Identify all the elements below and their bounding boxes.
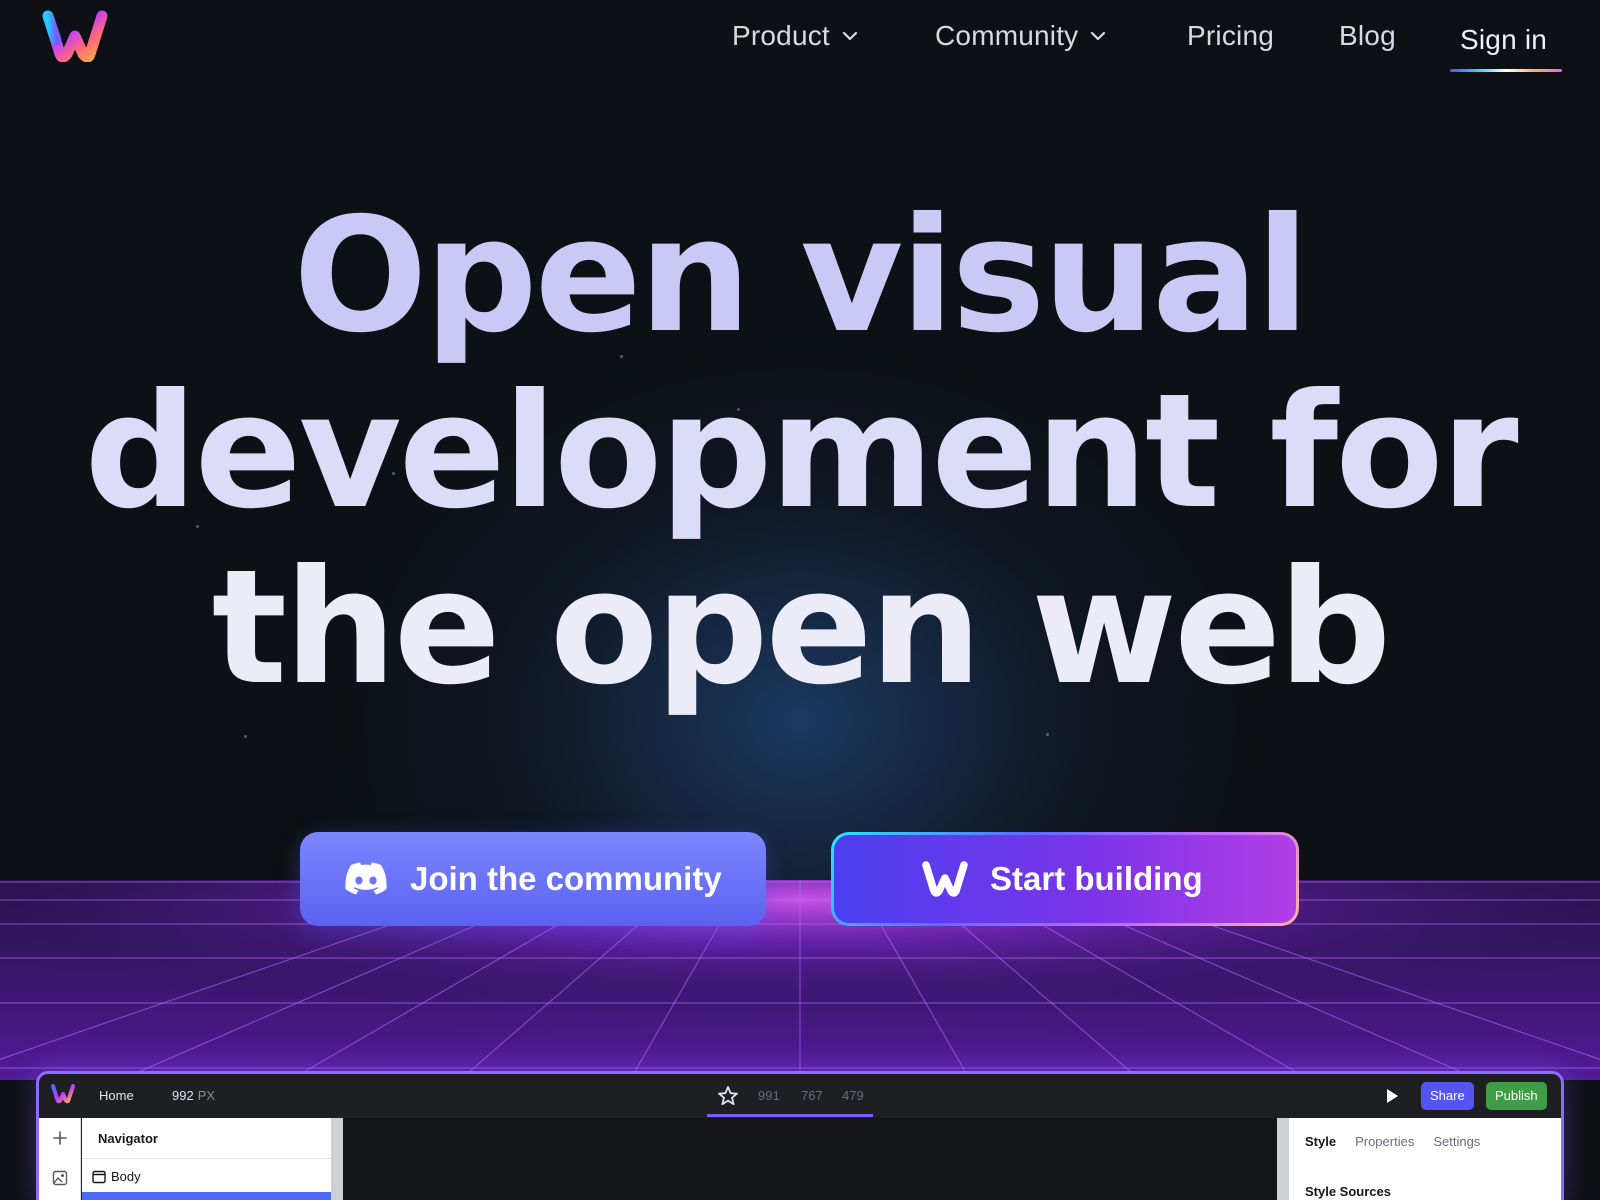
navigator-scrollbar[interactable] [331, 1118, 343, 1200]
canvas-width-unit: PX [197, 1088, 216, 1103]
webstudio-logo-icon[interactable] [42, 10, 108, 62]
sign-in-link[interactable]: Sign in [1460, 18, 1547, 62]
publish-button[interactable]: Publish [1486, 1082, 1547, 1110]
nav-pricing-label: Pricing [1187, 20, 1274, 51]
builder-left-rail [39, 1118, 81, 1200]
tree-item-label: Body [111, 1169, 141, 1184]
breakpoint-1[interactable]: 991 [758, 1088, 780, 1103]
nav-blog[interactable]: Blog [1339, 14, 1396, 58]
nav-product[interactable]: Product [732, 14, 860, 58]
hero-line-3: the open web [211, 536, 1392, 720]
star-dot [1046, 733, 1049, 736]
builder-preview: Home 992 PX 991 767 479 Share Publish Nav… [36, 1071, 1564, 1200]
share-button[interactable]: Share [1421, 1082, 1474, 1110]
start-building-button[interactable]: Start building [831, 832, 1299, 926]
sign-in-label: Sign in [1460, 24, 1548, 55]
nav-community-label: Community [935, 20, 1079, 51]
play-icon[interactable] [1385, 1088, 1399, 1104]
discord-icon [345, 862, 387, 895]
sign-in-underline [1450, 69, 1562, 72]
chevron-down-icon [842, 31, 858, 41]
webstudio-logo-icon[interactable] [51, 1084, 75, 1104]
navigator-panel: Navigator Body [82, 1118, 331, 1200]
nav-product-label: Product [732, 20, 830, 51]
canvas-width-value: 992 [172, 1088, 194, 1103]
canvas-width[interactable]: 992 PX [172, 1088, 215, 1103]
star-icon[interactable] [716, 1084, 740, 1108]
hero-headline: Open visual development for the open web [0, 188, 1600, 716]
site-header: Product Community Pricing Blog Sign in [0, 0, 1600, 80]
webstudio-logo-icon [922, 861, 968, 897]
breakpoint-indicator [707, 1114, 873, 1117]
nav-pricing[interactable]: Pricing [1187, 14, 1274, 58]
style-sources-heading: Style Sources [1305, 1184, 1391, 1199]
star-dot [244, 735, 247, 738]
plus-icon[interactable] [52, 1130, 68, 1146]
builder-topbar: Home 992 PX 991 767 479 Share Publish [39, 1074, 1561, 1118]
box-icon [92, 1170, 106, 1183]
navigator-divider [82, 1158, 331, 1159]
join-community-button[interactable]: Join the community [300, 832, 766, 926]
tab-style[interactable]: Style [1305, 1134, 1336, 1149]
join-community-label: Join the community [410, 860, 722, 897]
nav-blog-label: Blog [1339, 20, 1396, 51]
style-panel: Style Properties Settings Style Sources [1289, 1118, 1561, 1200]
tree-item-selected[interactable] [82, 1192, 331, 1200]
navigator-title: Navigator [98, 1131, 158, 1146]
neon-grid-floor [0, 880, 1600, 1080]
image-icon[interactable] [52, 1170, 68, 1186]
nav-community[interactable]: Community [935, 14, 1108, 58]
start-building-label: Start building [990, 860, 1203, 897]
page-selector[interactable]: Home [99, 1088, 134, 1103]
tab-properties[interactable]: Properties [1355, 1134, 1414, 1149]
breakpoint-3[interactable]: 479 [842, 1088, 864, 1103]
start-building-inner: Start building [834, 835, 1296, 923]
hero-line-2: development for [84, 360, 1518, 544]
tree-item-body[interactable]: Body [92, 1169, 141, 1184]
breakpoint-2[interactable]: 767 [801, 1088, 823, 1103]
builder-canvas[interactable] [343, 1118, 1277, 1200]
tab-settings[interactable]: Settings [1433, 1134, 1480, 1149]
chevron-down-icon [1091, 31, 1106, 41]
style-panel-tabs: Style Properties Settings [1305, 1134, 1480, 1149]
canvas-resize-handle[interactable] [1277, 1118, 1289, 1200]
hero-line-1: Open visual [293, 184, 1310, 368]
landing-page: Product Community Pricing Blog Sign in O… [0, 0, 1600, 1200]
